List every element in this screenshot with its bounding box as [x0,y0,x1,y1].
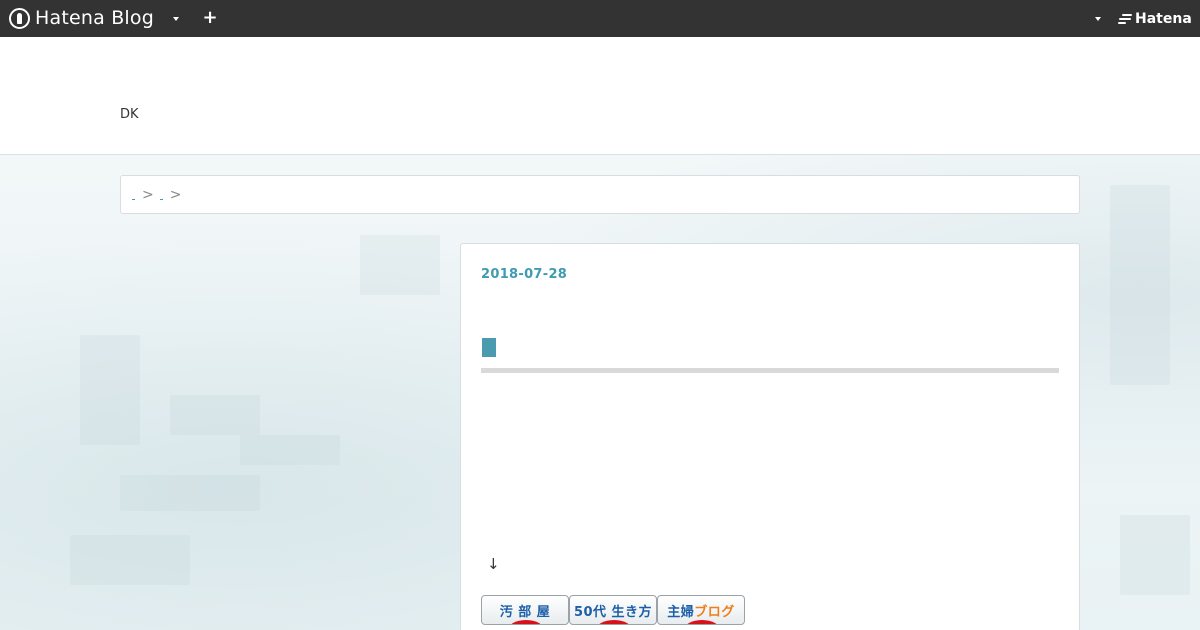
badge-text-main: 主婦 [667,605,695,620]
ranking-badge-housewife-blog[interactable]: 主婦ブログ [657,595,745,625]
global-header: Hatena Blog + Hatena [0,0,1200,37]
breadcrumb-separator: > [169,186,182,203]
breadcrumb: > > [120,175,1080,214]
badge-text-accent: ブログ [694,605,735,620]
hatena-blog-logo-icon [9,7,30,29]
entry-date[interactable]: 2018-07-28 [481,267,567,282]
entry-divider [481,368,1059,373]
brand-text: Hatena Blog [35,7,154,29]
chevron-down-icon[interactable] [1095,17,1101,21]
hatena-account-link[interactable]: Hatena [1118,10,1192,28]
breadcrumb-link[interactable] [132,197,135,200]
ranking-badge-label: 汚 部 屋 [499,605,551,620]
hatena-blog-brand-link[interactable]: Hatena Blog [9,7,154,29]
chevron-down-icon[interactable] [173,17,179,21]
ranking-badge-50s-lifestyle[interactable]: 50代 生き方 [569,595,657,625]
down-arrow: ↓ [487,555,500,573]
badge-red-dot [596,620,632,624]
ranking-badge-label: 主婦ブログ [667,601,735,620]
hatena-text: Hatena [1135,11,1192,27]
blog-title[interactable]: DK [120,107,139,122]
add-entry-button[interactable]: + [202,8,218,28]
ranking-badge-messy-room[interactable]: 汚 部 屋 [481,595,569,625]
breadcrumb-link[interactable] [159,197,163,200]
blog-ranking-badges: 汚 部 屋 50代 生き方 主婦ブログ [481,595,745,625]
blog-header: DK [0,37,1200,155]
entry-title-link[interactable] [482,338,496,357]
ranking-badge-label: 50代 生き方 [573,605,653,620]
breadcrumb-separator: > [142,186,154,203]
hatena-logo-icon [1118,13,1132,25]
badge-red-dot [508,620,544,624]
badge-red-dot [684,620,720,624]
entry-article: 2018-07-28 ↓ 汚 部 屋 50代 生き方 主婦ブログ [460,243,1080,630]
